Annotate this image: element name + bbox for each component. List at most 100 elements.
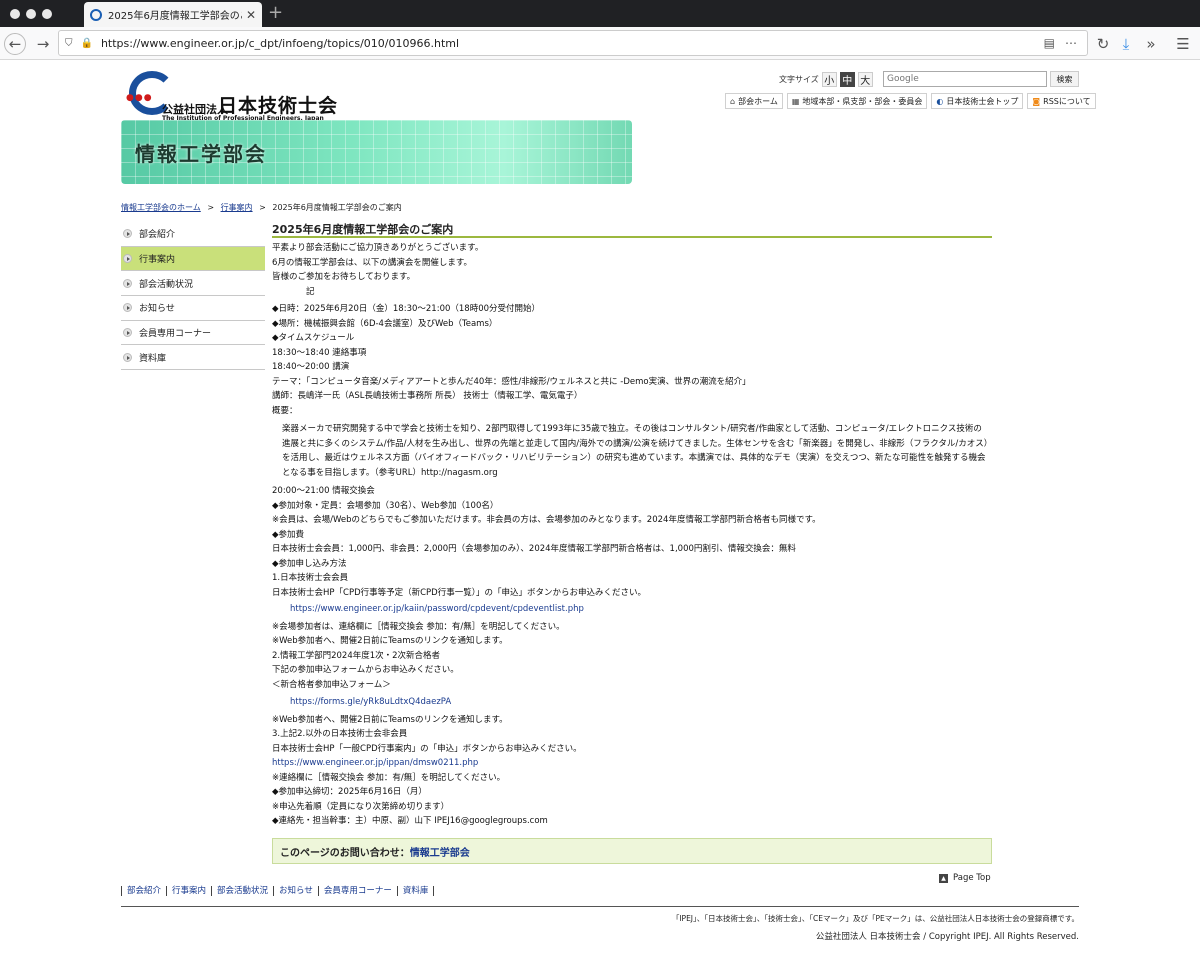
detail-line: 概要： — [272, 405, 298, 416]
forward-arrow-icon[interactable]: → — [32, 33, 54, 55]
arrow-right-icon — [123, 352, 132, 362]
toplink-label: 日本技術士会トップ — [946, 96, 1019, 106]
toplink-label: 地域本部・県支部・部会・委員会 — [802, 96, 923, 106]
arrow-right-icon — [123, 303, 132, 313]
sidebar-item-events[interactable]: 行事案内 — [121, 246, 265, 272]
footer-link-events[interactable]: 行事案内 — [166, 886, 211, 896]
search-button[interactable]: 検索 — [1050, 71, 1079, 87]
site-logo[interactable]: ●●● 公益社団法人 日本技術士会 The Institution of Pro… — [126, 71, 346, 122]
banner-title: 情報工学部会 — [135, 142, 267, 166]
detail-line: テーマ：「コンピュータ音楽/メディアアートと歩んだ40年：感性/非線形/ウェルネ… — [272, 376, 751, 387]
contact-division-link[interactable]: 情報工学部会 — [410, 844, 470, 859]
sidebar-item-news[interactable]: お知らせ — [121, 296, 265, 321]
detail-line: ◆参加対象・定員：会場参加（30名）、Web参加（100名） — [272, 500, 499, 511]
breadcrumb-separator: > — [259, 203, 266, 212]
new-passer-form-link[interactable]: https://forms.gle/yRk8uLdtxQ4daezPA — [272, 695, 992, 710]
toplink-ipej-top[interactable]: ◐ 日本技術士会トップ — [931, 93, 1024, 109]
detail-line: ◆連絡先・担当幹事：主）中原、副）山下 IPEJ16@googlegroups.… — [272, 816, 548, 827]
reader-view-icon[interactable]: ▤ — [1044, 36, 1055, 50]
page-top-label: Page Top — [953, 873, 991, 883]
detail-line: ※連絡欄に［情報交換会 参加：有/無］を明記してください。 — [272, 772, 506, 783]
sidebar-item-members[interactable]: 会員専用コーナー — [121, 321, 265, 346]
detail-line: 日本技術士会HP「CPD行事等予定（新CPD行事一覧）」の「申込」ボタンからお申… — [272, 587, 646, 598]
sidebar-item-label: お知らせ — [139, 304, 175, 315]
breadcrumb-events-link[interactable]: 行事案内 — [221, 203, 253, 212]
detail-line: ◆タイムスケジュール — [272, 333, 355, 343]
sidebar-item-label: 行事案内 — [139, 255, 176, 266]
window-minimize-dot[interactable] — [26, 9, 36, 19]
search-input[interactable] — [883, 71, 1047, 87]
footer-link-about[interactable]: 部会紹介 — [121, 886, 166, 896]
logo-dots-icon: ●●● — [126, 93, 153, 103]
lecture-summary: 楽器メーカで研究開発する中で学会と技術士を知り、2部門取得して1993年に35歳… — [282, 424, 988, 478]
font-size-medium-button[interactable]: 中 — [839, 72, 855, 87]
detail-line: 18:40～20:00 講演 — [272, 362, 350, 372]
detail-line: ◆日時：2025年6月20日（金）18:30～21:00（18時00分受付開始） — [272, 304, 541, 314]
breadcrumb-separator: > — [207, 203, 215, 212]
new-tab-icon[interactable]: + — [268, 2, 283, 23]
intro-line: 皆様のご参加をお待ちしております。 — [272, 272, 416, 282]
window-close-dot[interactable] — [10, 9, 20, 19]
sidebar-item-label: 資料庫 — [139, 353, 167, 364]
tab-close-icon[interactable]: ✕ — [246, 8, 256, 22]
browser-tab[interactable]: 2025年6月度情報工学部会のご案 ✕ — [84, 2, 262, 27]
detail-line: ※Web参加者へ、開催2日前にTeamsのリンクを通知します。 — [272, 714, 508, 725]
page-top-link[interactable]: ▲ Page Top — [939, 873, 991, 883]
building-icon: ▦ — [791, 96, 800, 106]
arrow-right-icon — [123, 328, 132, 338]
toplink-label: 部会ホーム — [738, 96, 778, 106]
menu-hamburger-icon[interactable]: ☰ — [1172, 33, 1194, 55]
top-links: ⌂ 部会ホーム ▦ 地域本部・県支部・部会・委員会 ◐ 日本技術士会トップ ◙ … — [725, 93, 1096, 109]
toplink-division-home[interactable]: ⌂ 部会ホーム — [725, 93, 783, 109]
footer-link-activities[interactable]: 部会活動状況 — [211, 886, 273, 896]
detail-line: ※申込先着順（定員になり次第締め切ります） — [272, 801, 450, 812]
cpd-event-link[interactable]: https://www.engineer.or.jp/kaiin/passwor… — [272, 602, 992, 617]
window-maximize-dot[interactable] — [42, 9, 52, 19]
address-bar[interactable]: ⛉ 🔒 https://www.engineer.or.jp/c_dpt/inf… — [58, 30, 1088, 56]
public-cpd-link[interactable]: https://www.engineer.or.jp/ippan/dmsw021… — [272, 756, 992, 771]
font-size-small-button[interactable]: 小 — [821, 72, 837, 87]
lock-icon[interactable]: 🔒 — [81, 38, 93, 49]
detail-line: ◆参加申込締切：2025年6月16日（月） — [272, 787, 427, 798]
site-favicon-icon — [90, 8, 102, 21]
detail-line: 3.上記2.以外の日本技術士会非会員 — [272, 729, 408, 740]
breadcrumb: 情報工学部会のホーム > 行事案内 > 2025年6月度情報工学部会のご案内 — [121, 202, 402, 213]
detail-line: 下記の参加申込フォームからお申込みください。 — [272, 665, 459, 676]
web-page: ●●● 公益社団法人 日本技術士会 The Institution of Pro… — [0, 61, 1200, 963]
ipej-icon: ◐ — [936, 96, 944, 106]
url-text[interactable]: https://www.engineer.or.jp/c_dpt/infoeng… — [101, 37, 1044, 50]
rss-icon: ◙ — [1032, 96, 1041, 106]
arrow-right-icon — [123, 278, 132, 288]
detail-line: ※会場参加者は、連絡欄に［情報交換会 参加：有/無］を明記してください。 — [272, 621, 565, 632]
detail-line: 日本技術士会会員：1,000円、非会員：2,000円（会場参加のみ）、2024年… — [272, 544, 796, 555]
toplink-label: RSSについて — [1043, 96, 1091, 106]
reload-icon[interactable]: ↻ — [1092, 33, 1114, 55]
detail-line: 日本技術士会HP「一般CPD行事案内」の「申込」ボタンからお申込みください。 — [272, 743, 582, 754]
footer-divider — [121, 906, 1079, 907]
footer-link-news[interactable]: お知らせ — [273, 886, 318, 896]
intro-line: 6月の情報工学部会は、以下の講演会を開催します。 — [272, 257, 473, 268]
article-body: 平素より部会活動にご協力頂きありがとうございます。 6月の情報工学部会は、以下の… — [272, 241, 992, 829]
footer-link-archive[interactable]: 資料庫 — [396, 886, 435, 896]
shield-icon[interactable]: ⛉ — [65, 38, 73, 49]
back-arrow-icon[interactable]: ← — [4, 33, 26, 55]
overflow-chevron-icon[interactable]: » — [1140, 33, 1162, 55]
toplink-rss[interactable]: ◙ RSSについて — [1027, 93, 1096, 109]
sidebar-item-activities[interactable]: 部会活動状況 — [121, 271, 265, 297]
sidebar-item-archive[interactable]: 資料庫 — [121, 345, 265, 371]
contact-box: このページのお問い合わせ： 情報工学部会 — [272, 838, 992, 864]
division-banner: 情報工学部会 — [121, 120, 632, 184]
sidebar-item-about[interactable]: 部会紹介 — [121, 222, 265, 247]
font-size-large-button[interactable]: 大 — [857, 72, 873, 87]
detail-line: 20:00～21:00 情報交換会 — [272, 486, 375, 497]
detail-line: 講師：長嶋洋一氏（ASL長嶋技術士事務所 所長） 技術士（情報工学、電気電子） — [272, 391, 583, 401]
download-icon[interactable]: ⤓ — [1115, 33, 1137, 55]
arrow-right-icon — [123, 254, 132, 264]
breadcrumb-current: 2025年6月度情報工学部会のご案内 — [272, 203, 402, 212]
toplink-regional[interactable]: ▦ 地域本部・県支部・部会・委員会 — [786, 93, 928, 109]
sidebar-item-label: 会員専用コーナー — [139, 329, 212, 340]
footer-link-members[interactable]: 会員専用コーナー — [317, 886, 397, 896]
detail-line: 2.情報工学部門2024年度1次・2次新合格者 — [272, 650, 441, 661]
page-actions-icon[interactable]: ⋯ — [1065, 36, 1077, 50]
breadcrumb-home-link[interactable]: 情報工学部会のホーム — [121, 203, 201, 212]
